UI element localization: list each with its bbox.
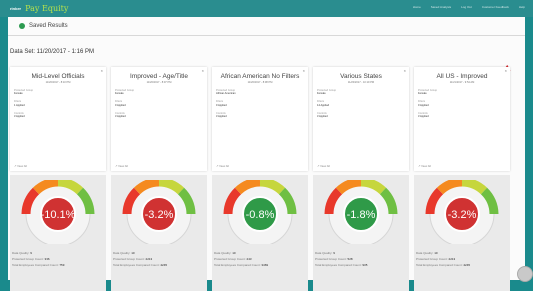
nav-logout-link[interactable]: Log Out — [461, 5, 472, 9]
result-card[interactable]: ✕ African American No Filters 11/20/2017… — [212, 67, 308, 171]
gauge-panel: -3.2% Data Quality: 10 Protected Group C… — [111, 175, 207, 291]
view-all-label: View All — [219, 164, 229, 168]
top-navbar: rinker Pay Equity Home Saved Analysis Lo… — [0, 0, 533, 17]
total-employees-stat: Total Employees Compared Count: 759 — [12, 263, 65, 267]
controls-value: 3 Applied — [216, 115, 227, 119]
data-quality-stat: Data Quality: 10 — [416, 251, 438, 255]
gauge-dial: -3.2% — [122, 180, 196, 244]
filters-value: 14 Applied — [317, 103, 330, 107]
nav-links: Home Saved Analysis Log Out Customer Fee… — [413, 5, 525, 9]
protected-group-count-stat: Protected Group Count: 2213 — [113, 257, 153, 261]
view-all-link[interactable]: ↗ View All — [317, 164, 330, 168]
gauge-value: -3.2% — [448, 209, 477, 221]
filters-value: 0 Applied — [115, 103, 126, 107]
app-panel: Saved Results Data Set: 11/20/2017 - 1:1… — [8, 17, 525, 291]
close-icon[interactable]: ✕ — [201, 69, 204, 73]
group-value: Female — [115, 92, 124, 96]
card-title: Various States — [340, 73, 382, 80]
group-value: Female — [14, 92, 23, 96]
gauge-panel: -10.1% Data Quality: 9 Protected Group C… — [10, 175, 106, 291]
gauge-value: -0.8% — [246, 209, 275, 221]
gauge-panel: -3.2% Data Quality: 10 Protected Group C… — [414, 175, 510, 291]
view-all-label: View All — [118, 164, 128, 168]
total-employees-stat: Total Employees Compared Count: 4245 — [113, 263, 168, 267]
gauge-value: -3.2% — [145, 209, 174, 221]
corner-button[interactable] — [517, 266, 533, 282]
protected-group-count-stat: Protected Group Count: 2213 — [416, 257, 456, 261]
result-card[interactable]: ✕ Various States 11/20/2017 - 10:19 PM P… — [313, 67, 409, 171]
view-all-label: View All — [421, 164, 431, 168]
view-all-link[interactable]: ↗ View All — [115, 164, 128, 168]
logo[interactable]: rinker — [10, 6, 21, 11]
total-employees-stat: Total Employees Compared Count: 3469 — [214, 263, 269, 267]
view-all-label: View All — [17, 164, 27, 168]
gauge-dial: -0.8% — [223, 180, 297, 244]
gauge-value: -1.8% — [347, 209, 376, 221]
saved-results-icon — [19, 23, 25, 29]
data-quality-stat: Data Quality: 9 — [12, 251, 32, 255]
total-employees-stat: Total Employees Compared Count: 935 — [315, 263, 368, 267]
data-quality-stat: Data Quality: 10 — [214, 251, 236, 255]
nav-home-link[interactable]: Home — [413, 5, 421, 9]
group-value: Female — [317, 92, 326, 96]
gauge-value: -10.1% — [41, 209, 76, 221]
card-title: All US - Improved — [436, 73, 488, 80]
controls-value: 3 Applied — [14, 115, 25, 119]
group-value: Female — [418, 92, 427, 96]
close-icon[interactable]: ✕ — [504, 69, 507, 73]
view-all-label: View All — [320, 164, 330, 168]
result-card[interactable]: ✕ Improved - Age/Title 11/20/2017 - 8:07… — [111, 67, 207, 171]
card-date: 11/20/2017 - 10:19 PM — [347, 81, 375, 84]
data-quality-stat: Data Quality: 10 — [113, 251, 135, 255]
close-icon[interactable]: ✕ — [302, 69, 305, 73]
gauge-panel: -1.8% Data Quality: 9 Protected Group Co… — [313, 175, 409, 291]
controls-value: 3 Applied — [317, 115, 328, 119]
result-card[interactable]: ✕ All US - Improved 11/21/2017 - 9:54 AM… — [414, 67, 510, 171]
card-title: Improved - Age/Title — [130, 73, 188, 80]
card-title: African American No Filters — [220, 73, 300, 80]
gauge-dial: -3.2% — [425, 180, 499, 244]
group-value: African American — [216, 92, 236, 96]
gauge-panel: -0.8% Data Quality: 10 Protected Group C… — [212, 175, 308, 291]
nav-help-link[interactable]: Help — [519, 5, 525, 9]
controls-value: 3 Applied — [115, 115, 126, 119]
subheader: Saved Results — [8, 17, 525, 36]
view-all-link[interactable]: ↗ View All — [216, 164, 229, 168]
filters-value: 1 Applied — [14, 103, 25, 107]
card-date: 11/20/2017 - 8:08 PM — [247, 81, 273, 84]
nav-saved-analysis-link[interactable]: Saved Analysis — [431, 5, 451, 9]
protected-group-count-stat: Protected Group Count: 528 — [315, 257, 353, 261]
page-title: Saved Results — [29, 23, 68, 29]
card-title: Mid-Level Officials — [31, 73, 85, 80]
nav-feedback-link[interactable]: Customer Feedback — [482, 5, 509, 9]
total-employees-stat: Total Employees Compared Count: 4245 — [416, 263, 471, 267]
result-card[interactable]: ✕ Mid-Level Officials 11/20/2017 - 8:10 … — [10, 67, 106, 171]
filters-value: 0 Applied — [216, 103, 227, 107]
dataset-label: Data Set: 11/20/2017 - 1:16 PM — [10, 49, 94, 55]
gauge-dial: -10.1% — [21, 180, 95, 244]
view-all-link[interactable]: ↗ View All — [418, 164, 431, 168]
close-icon[interactable]: ✕ — [100, 69, 103, 73]
close-icon[interactable]: ✕ — [403, 69, 406, 73]
filters-value: 0 Applied — [418, 103, 429, 107]
view-all-link[interactable]: ↗ View All — [14, 164, 27, 168]
card-date: 11/21/2017 - 9:54 AM — [449, 81, 475, 84]
card-date: 11/20/2017 - 8:10 PM — [45, 81, 71, 84]
card-date: 11/20/2017 - 8:07 PM — [146, 81, 172, 84]
app-title[interactable]: Pay Equity — [25, 4, 68, 13]
gauge-dial: -1.8% — [324, 180, 398, 244]
protected-group-count-stat: Protected Group Count: 336 — [12, 257, 50, 261]
controls-value: 3 Applied — [418, 115, 429, 119]
data-quality-stat: Data Quality: 9 — [315, 251, 335, 255]
protected-group-count-stat: Protected Group Count: 243 — [214, 257, 252, 261]
